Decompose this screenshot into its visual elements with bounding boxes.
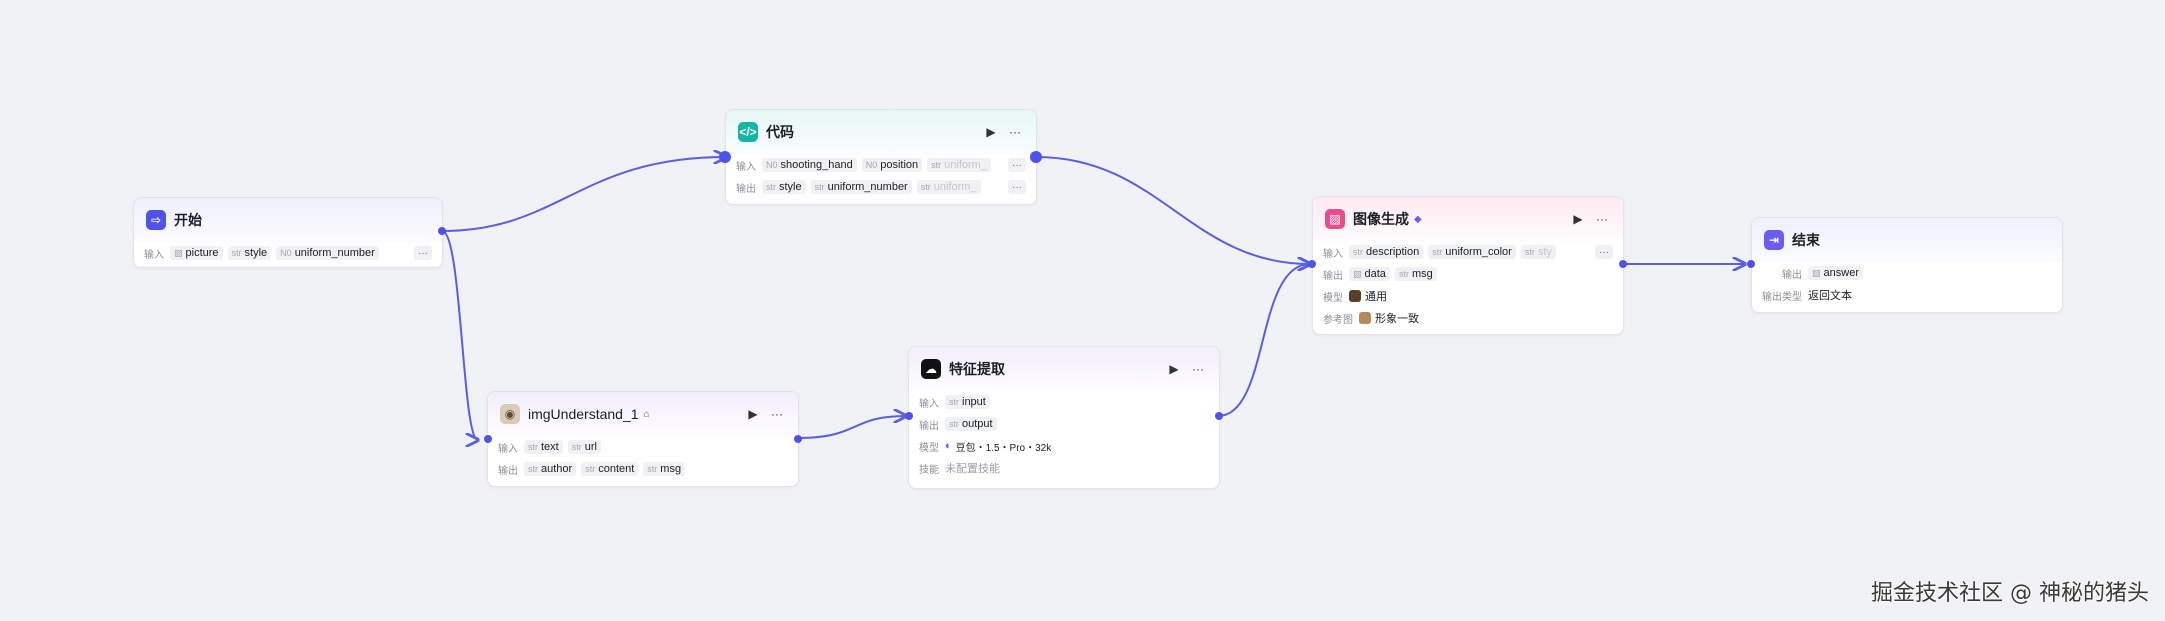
reference-value: 形象一致	[1375, 313, 1419, 325]
feature-output-port[interactable]	[1215, 412, 1223, 420]
input-label: 输入	[144, 249, 164, 261]
more-params-button[interactable]: ···	[1595, 245, 1613, 259]
node-title: 特征提取	[949, 361, 1005, 377]
param-chip: str style	[762, 180, 806, 194]
edge-img-feature	[797, 416, 906, 439]
output-label: 输出	[919, 420, 939, 432]
more-params-button[interactable]: ···	[1008, 158, 1026, 172]
output-type-value: 返回文本	[1808, 290, 1852, 302]
image-type-icon: ▨	[1353, 268, 1362, 279]
more-icon[interactable]: ···	[1593, 210, 1611, 228]
node-title: 结束	[1792, 232, 1820, 248]
workflow-canvas[interactable]: ⇨ 开始 输入 ▨ picture str style N0 uniform_numb…	[0, 0, 2165, 621]
image-gen-icon: ▨	[1325, 209, 1345, 229]
param-chip: str uniform_	[916, 180, 981, 194]
more-icon[interactable]: ···	[768, 405, 786, 423]
output-label: 输出	[1323, 270, 1343, 282]
node-feature-extract[interactable]: ☁ 特征提取 ▶ ··· 输入 str input 输出 str output 模型…	[908, 346, 1220, 489]
code-icon: </>	[738, 122, 758, 142]
edge-start-img	[441, 230, 478, 440]
image-type-icon: ▨	[1812, 267, 1821, 278]
start-icon: ⇨	[146, 210, 166, 230]
output-label: 输出	[1782, 269, 1802, 281]
watermark: 掘金技术社区 @ 神秘的猪头	[1871, 581, 2149, 606]
model-name: 豆包・1.5・Pro・32k	[955, 442, 1052, 454]
node-start[interactable]: ⇨ 开始 输入 ▨ picture str style N0 uniform_numb…	[133, 197, 443, 268]
node-title: 图像生成	[1353, 211, 1409, 227]
run-icon[interactable]: ▶	[1165, 360, 1183, 378]
node-code[interactable]: </> 代码 ▶ ··· 输入 N0 shooting_hand N0 positi…	[725, 109, 1037, 205]
param-chip: N0 uniform_number	[276, 246, 379, 260]
param-chip: str sty	[1520, 245, 1556, 259]
input-label: 输入	[498, 443, 518, 455]
param-chip: str style	[227, 246, 272, 260]
end-input-port[interactable]	[1747, 260, 1755, 268]
node-image-gen[interactable]: ▨ 图像生成 ◆ ▶ ··· 输入 str description str unif…	[1312, 196, 1624, 335]
param-chip: str uniform_number	[810, 180, 912, 194]
param-chip: str description	[1349, 245, 1424, 259]
node-title: imgUnderstand_1	[528, 406, 639, 422]
param-chip: ▨ answer	[1808, 266, 1863, 280]
param-chip: str uniform_color	[1428, 245, 1516, 259]
param-chip: str url	[567, 440, 601, 454]
param-chip: str author	[524, 462, 577, 476]
skill-value: 未配置技能	[945, 463, 1000, 475]
param-chip: ▨ picture	[170, 246, 223, 260]
param-chip: N0 position	[861, 158, 923, 172]
param-chip: str input	[945, 395, 990, 409]
input-label: 输入	[1323, 248, 1343, 260]
node-title: 代码	[766, 124, 794, 140]
model-label: 模型	[919, 442, 939, 454]
image-type-icon: ▨	[174, 247, 183, 258]
model-label: 模型	[1323, 292, 1343, 304]
param-chip: N0 shooting_hand	[762, 158, 857, 172]
model-thumbnail-icon	[1349, 290, 1361, 302]
run-icon[interactable]: ▶	[982, 123, 1000, 141]
image-gen-input-port[interactable]	[1308, 260, 1316, 268]
skill-label: 技能	[919, 464, 939, 476]
edge-feature-imagegen	[1217, 264, 1310, 417]
edge-start-code	[441, 157, 726, 232]
output-label: 输出	[498, 465, 518, 477]
run-icon[interactable]: ▶	[744, 405, 762, 423]
img-understand-output-port[interactable]	[794, 435, 802, 443]
premium-diamond-icon: ◆	[1414, 213, 1422, 225]
output-type-label: 输出类型	[1762, 291, 1802, 303]
end-icon: ⇥	[1764, 230, 1784, 250]
node-img-understand[interactable]: ◉ imgUnderstand_1 ⌂ ▶ ··· 输入 str text str…	[487, 391, 799, 487]
reference-label: 参考图	[1323, 314, 1353, 326]
reference-thumbnail-icon	[1359, 312, 1371, 324]
param-chip: str msg	[1394, 267, 1437, 281]
code-output-port[interactable]	[1030, 151, 1042, 163]
param-chip: ▨ data	[1349, 267, 1390, 281]
code-input-port[interactable]	[719, 151, 731, 163]
run-icon[interactable]: ▶	[1569, 210, 1587, 228]
llm-icon: ☁	[921, 359, 941, 379]
more-icon[interactable]: ···	[1189, 360, 1207, 378]
feature-input-port[interactable]	[905, 412, 913, 420]
param-chip: str output	[945, 417, 997, 431]
store-icon: ⌂	[643, 408, 650, 420]
node-title: 开始	[174, 212, 202, 228]
image-gen-output-port[interactable]	[1619, 260, 1627, 268]
output-label: 输出	[736, 183, 756, 195]
param-chip: str text	[524, 440, 563, 454]
doubao-icon: ◐	[945, 440, 952, 452]
edge-code-imagegen	[1035, 156, 1310, 264]
input-label: 输入	[736, 161, 756, 173]
node-end[interactable]: ⇥ 结束 输出 ▨ answer 输出类型 返回文本	[1751, 217, 2063, 313]
start-output-port[interactable]	[438, 227, 446, 235]
param-chip: str uniform_	[927, 158, 991, 172]
input-label: 输入	[919, 398, 939, 410]
model-name: 通用	[1365, 291, 1387, 303]
plugin-avatar-icon: ◉	[500, 404, 520, 424]
param-chip: str content	[581, 462, 639, 476]
more-params-button[interactable]: ···	[414, 246, 432, 260]
param-chip: str msg	[643, 462, 686, 476]
img-understand-input-port[interactable]	[484, 435, 492, 443]
more-params-button[interactable]: ···	[1008, 180, 1026, 194]
more-icon[interactable]: ···	[1006, 123, 1024, 141]
